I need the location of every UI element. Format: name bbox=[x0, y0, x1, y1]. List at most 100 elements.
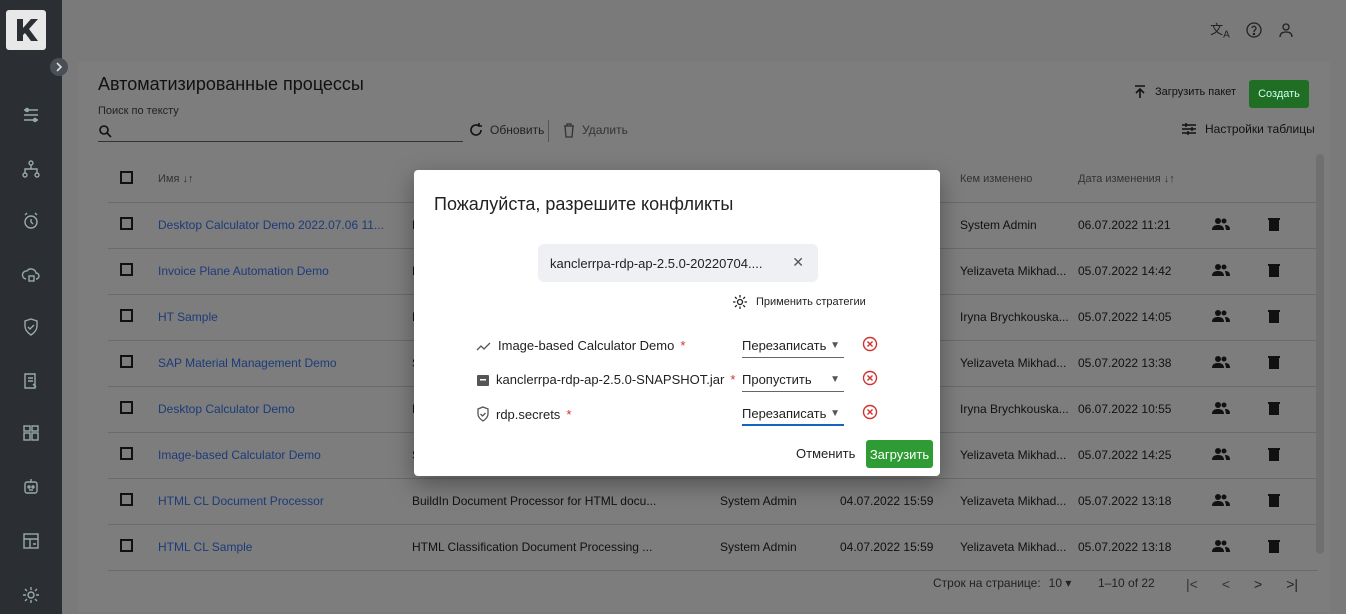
permissions-icon[interactable] bbox=[1212, 217, 1230, 231]
trash-icon[interactable] bbox=[1268, 401, 1280, 415]
processes-icon[interactable] bbox=[18, 102, 44, 128]
dashboard-icon[interactable] bbox=[18, 528, 44, 554]
next-page-icon[interactable]: > bbox=[1254, 576, 1262, 592]
process-changed-date: 05.07.2022 14:25 bbox=[1078, 432, 1212, 479]
apply-strategies-button[interactable]: Применить стратегии bbox=[732, 294, 866, 310]
trash-icon[interactable] bbox=[1268, 217, 1280, 231]
create-button[interactable]: Создать bbox=[1249, 80, 1309, 108]
chevron-down-icon: ▼ bbox=[830, 340, 840, 351]
process-name-link[interactable]: Invoice Plane Automation Demo bbox=[158, 264, 329, 278]
app-logo[interactable] bbox=[6, 10, 46, 50]
process-changed-by: Yelizaveta Mikhad... bbox=[960, 478, 1078, 525]
row-checkbox[interactable] bbox=[120, 355, 133, 368]
row-checkbox[interactable] bbox=[120, 401, 133, 414]
process-changed-date: 05.07.2022 13:18 bbox=[1078, 478, 1212, 525]
process-name-link[interactable]: SAP Material Management Demo bbox=[158, 356, 337, 370]
sidebar-expand-button[interactable] bbox=[50, 58, 68, 76]
process-name-link[interactable]: Desktop Calculator Demo 2022.07.06 11... bbox=[158, 218, 384, 232]
hierarchy-icon[interactable] bbox=[18, 156, 44, 182]
delete-button[interactable]: Удалить bbox=[562, 122, 628, 138]
upload-button[interactable]: Загрузить bbox=[866, 440, 933, 468]
conflict-row: rdp.secrets * bbox=[476, 406, 571, 422]
row-checkbox[interactable] bbox=[120, 217, 133, 230]
column-header-changed-by[interactable]: Кем изменено bbox=[960, 156, 1078, 203]
grid-icon[interactable] bbox=[18, 420, 44, 446]
schedule-icon[interactable] bbox=[18, 208, 44, 234]
row-checkbox[interactable] bbox=[120, 263, 133, 276]
permissions-icon[interactable] bbox=[1212, 401, 1230, 415]
required-marker: * bbox=[680, 338, 686, 353]
process-name-link[interactable]: HT Sample bbox=[158, 310, 218, 324]
remove-conflict-icon[interactable] bbox=[862, 370, 878, 386]
permissions-icon[interactable] bbox=[1212, 539, 1230, 553]
help-icon[interactable] bbox=[1242, 18, 1266, 42]
document-list-icon[interactable] bbox=[18, 368, 44, 394]
translate-icon[interactable]: 文A bbox=[1208, 18, 1232, 42]
row-checkbox[interactable] bbox=[120, 493, 133, 506]
remove-conflict-icon[interactable] bbox=[862, 336, 878, 352]
permissions-icon[interactable] bbox=[1212, 355, 1230, 369]
process-name-link[interactable]: Image-based Calculator Demo bbox=[158, 448, 321, 462]
rows-per-page-select[interactable]: 10 ▾ bbox=[1049, 576, 1072, 590]
sidebar bbox=[0, 0, 68, 614]
tune-icon bbox=[1182, 123, 1196, 135]
table-row[interactable]: HTML CL Sample HTML Classification Docume… bbox=[108, 524, 1318, 571]
trash-icon[interactable] bbox=[1268, 493, 1280, 507]
prev-page-icon[interactable]: < bbox=[1222, 576, 1230, 592]
strategy-select[interactable]: Перезаписать ▼ bbox=[742, 334, 844, 358]
permissions-icon[interactable] bbox=[1212, 493, 1230, 507]
process-name-link[interactable]: HTML CL Document Processor bbox=[158, 494, 324, 508]
row-checkbox[interactable] bbox=[120, 447, 133, 460]
close-icon[interactable]: ✕ bbox=[792, 254, 804, 271]
first-page-icon[interactable]: |< bbox=[1186, 576, 1198, 592]
trash-icon[interactable] bbox=[1268, 263, 1280, 277]
cancel-button[interactable]: Отменить bbox=[792, 442, 859, 465]
permissions-icon[interactable] bbox=[1212, 263, 1230, 277]
row-checkbox[interactable] bbox=[120, 539, 133, 552]
process-author: System Admin bbox=[720, 478, 840, 525]
delete-label: Удалить bbox=[582, 123, 628, 137]
apply-strategies-label: Применить стратегии bbox=[756, 296, 866, 308]
conflict-name: Image-based Calculator Demo bbox=[498, 338, 675, 353]
process-changed-by: Iryna Brychkouska... bbox=[960, 294, 1078, 341]
process-changed-date: 05.07.2022 14:05 bbox=[1078, 294, 1212, 341]
robot-icon[interactable] bbox=[18, 474, 44, 500]
search-input[interactable] bbox=[98, 120, 463, 142]
process-name-link[interactable]: HTML CL Sample bbox=[158, 540, 252, 554]
row-checkbox[interactable] bbox=[120, 309, 133, 322]
column-header-name[interactable]: Имя ↓↑ bbox=[158, 156, 412, 203]
remove-conflict-icon[interactable] bbox=[862, 404, 878, 420]
table-settings-button[interactable]: Настройки таблицы bbox=[1181, 122, 1315, 136]
cloud-lock-icon[interactable] bbox=[18, 262, 44, 288]
conflict-name: kanclerrpa-rdp-ap-2.5.0-SNAPSHOT.jar bbox=[496, 372, 725, 387]
trash-icon[interactable] bbox=[1268, 355, 1280, 369]
trash-icon[interactable] bbox=[1268, 539, 1280, 553]
permissions-icon[interactable] bbox=[1212, 447, 1230, 461]
trash-icon[interactable] bbox=[1268, 309, 1280, 323]
table-scrollbar[interactable] bbox=[1316, 154, 1324, 554]
trash-icon[interactable] bbox=[1268, 447, 1280, 461]
process-name-link[interactable]: Desktop Calculator Demo bbox=[158, 402, 295, 416]
shield-icon[interactable] bbox=[18, 314, 44, 340]
permissions-icon[interactable] bbox=[1212, 309, 1230, 323]
refresh-button[interactable]: Обновить bbox=[468, 122, 544, 138]
strategy-value: Пропустить bbox=[742, 372, 812, 387]
process-changed-by: Yelizaveta Mikhad... bbox=[960, 524, 1078, 571]
rows-per-page: Строк на странице: 10 ▾ bbox=[933, 576, 1071, 590]
process-description: HTML Classification Document Processing … bbox=[412, 524, 720, 571]
strategy-value: Перезаписать bbox=[742, 405, 827, 421]
last-page-icon[interactable]: >| bbox=[1286, 576, 1298, 592]
process-changed-by: Yelizaveta Mikhad... bbox=[960, 432, 1078, 479]
file-chip-label: kanclerrpa-rdp-ap-2.5.0-20220704.... bbox=[550, 255, 763, 271]
process-author: System Admin bbox=[720, 524, 840, 571]
settings-icon[interactable] bbox=[18, 582, 44, 608]
strategy-select[interactable]: Перезаписать ▼ bbox=[742, 402, 844, 426]
table-row[interactable]: HTML CL Document Processor BuildIn Docume… bbox=[108, 478, 1318, 525]
refresh-icon bbox=[470, 123, 482, 136]
upload-package-label: Загрузить пакет bbox=[1155, 86, 1237, 98]
strategy-select[interactable]: Пропустить ▼ bbox=[742, 368, 844, 392]
select-all-checkbox[interactable] bbox=[120, 170, 133, 184]
upload-package-button[interactable]: Загрузить пакет bbox=[1133, 84, 1236, 100]
user-icon[interactable] bbox=[1274, 18, 1298, 42]
column-header-changed-date[interactable]: Дата изменения ↓↑ bbox=[1078, 156, 1212, 203]
